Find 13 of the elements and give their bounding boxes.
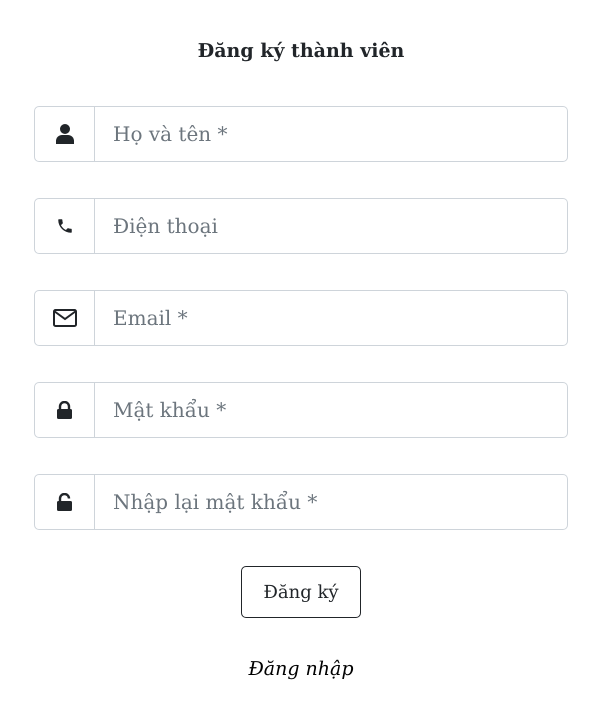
lock-icon xyxy=(57,401,72,419)
input-field[interactable]: Họ và tên * xyxy=(95,106,568,162)
phone-icon xyxy=(56,217,74,235)
input-field[interactable]: Mật khẩu * xyxy=(95,382,568,438)
register-button[interactable]: Đăng ký xyxy=(241,566,361,618)
login-link[interactable]: Đăng nhập xyxy=(248,658,354,680)
input-field[interactable]: Điện thoại xyxy=(95,198,568,254)
unlocked-lock-icon xyxy=(57,493,72,511)
input-field[interactable]: Email * xyxy=(95,290,568,346)
email-icon xyxy=(52,309,76,327)
form-title: Đăng ký thành viên xyxy=(196,39,406,64)
user-icon xyxy=(56,124,74,144)
input-field[interactable]: Nhập lại mật khẩu * xyxy=(95,474,568,530)
